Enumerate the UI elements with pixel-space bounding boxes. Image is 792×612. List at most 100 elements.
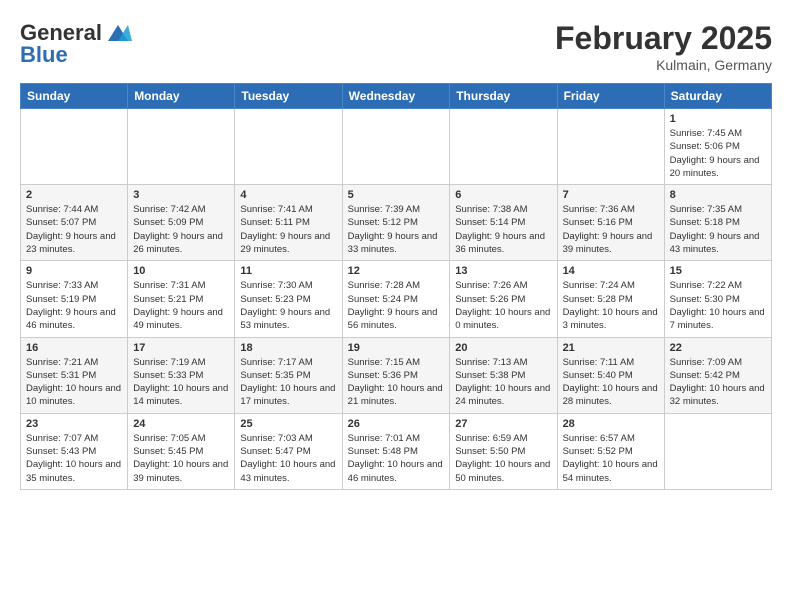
week-row-5: 23 Sunrise: 7:07 AM Sunset: 5:43 PM Dayli…: [21, 413, 772, 489]
day-number: 13: [455, 265, 551, 277]
day-number: 22: [670, 342, 766, 354]
week-row-2: 2 Sunrise: 7:44 AM Sunset: 5:07 PM Daylig…: [21, 185, 772, 261]
day-info: Sunrise: 7:03 AM Sunset: 5:47 PM Dayligh…: [240, 432, 336, 485]
day-cell: 16 Sunrise: 7:21 AM Sunset: 5:31 PM Dayli…: [21, 337, 128, 413]
day-cell: 9 Sunrise: 7:33 AM Sunset: 5:19 PM Daylig…: [21, 261, 128, 337]
day-cell: 19Sunrise: 7:15 AM Sunset: 5:36 PM Dayli…: [342, 337, 450, 413]
title-block: February 2025 Kulmain, Germany: [555, 20, 772, 73]
day-number: 6: [455, 189, 551, 201]
day-cell: 21Sunrise: 7:11 AM Sunset: 5:40 PM Dayli…: [557, 337, 664, 413]
day-info: Sunrise: 7:11 AM Sunset: 5:40 PM Dayligh…: [563, 356, 659, 409]
day-info: Sunrise: 7:05 AM Sunset: 5:45 PM Dayligh…: [133, 432, 229, 485]
day-cell: 26 Sunrise: 7:01 AM Sunset: 5:48 PM Dayli…: [342, 413, 450, 489]
weekday-tuesday: Tuesday: [235, 84, 342, 109]
day-cell: 6 Sunrise: 7:38 AM Sunset: 5:14 PM Daylig…: [450, 185, 557, 261]
day-number: 10: [133, 265, 229, 277]
week-row-1: 1Sunrise: 7:45 AM Sunset: 5:06 PM Daylig…: [21, 109, 772, 185]
day-info: Sunrise: 7:24 AM Sunset: 5:28 PM Dayligh…: [563, 279, 659, 332]
day-info: Sunrise: 7:41 AM Sunset: 5:11 PM Dayligh…: [240, 203, 336, 256]
day-cell: 7 Sunrise: 7:36 AM Sunset: 5:16 PM Daylig…: [557, 185, 664, 261]
day-info: Sunrise: 7:07 AM Sunset: 5:43 PM Dayligh…: [26, 432, 122, 485]
day-cell: [557, 109, 664, 185]
weekday-friday: Friday: [557, 84, 664, 109]
logo: General Blue: [20, 20, 132, 68]
day-number: 3: [133, 189, 229, 201]
day-number: 4: [240, 189, 336, 201]
day-cell: 27Sunrise: 6:59 AM Sunset: 5:50 PM Dayli…: [450, 413, 557, 489]
day-cell: 12 Sunrise: 7:28 AM Sunset: 5:24 PM Dayli…: [342, 261, 450, 337]
day-cell: 4 Sunrise: 7:41 AM Sunset: 5:11 PM Daylig…: [235, 185, 342, 261]
week-row-4: 16 Sunrise: 7:21 AM Sunset: 5:31 PM Dayli…: [21, 337, 772, 413]
location: Kulmain, Germany: [555, 57, 772, 73]
day-info: Sunrise: 7:17 AM Sunset: 5:35 PM Dayligh…: [240, 356, 336, 409]
day-info: Sunrise: 7:33 AM Sunset: 5:19 PM Dayligh…: [26, 279, 122, 332]
day-number: 12: [348, 265, 445, 277]
day-info: Sunrise: 7:38 AM Sunset: 5:14 PM Dayligh…: [455, 203, 551, 256]
day-number: 24: [133, 418, 229, 430]
weekday-header-row: SundayMondayTuesdayWednesdayThursdayFrid…: [21, 84, 772, 109]
day-cell: 11Sunrise: 7:30 AM Sunset: 5:23 PM Dayli…: [235, 261, 342, 337]
day-number: 2: [26, 189, 122, 201]
day-number: 16: [26, 342, 122, 354]
day-number: 18: [240, 342, 336, 354]
day-number: 28: [563, 418, 659, 430]
day-info: Sunrise: 7:21 AM Sunset: 5:31 PM Dayligh…: [26, 356, 122, 409]
day-info: Sunrise: 7:44 AM Sunset: 5:07 PM Dayligh…: [26, 203, 122, 256]
day-cell: 24 Sunrise: 7:05 AM Sunset: 5:45 PM Dayli…: [128, 413, 235, 489]
day-info: Sunrise: 7:15 AM Sunset: 5:36 PM Dayligh…: [348, 356, 445, 409]
day-info: Sunrise: 7:13 AM Sunset: 5:38 PM Dayligh…: [455, 356, 551, 409]
day-cell: [235, 109, 342, 185]
day-info: Sunrise: 7:39 AM Sunset: 5:12 PM Dayligh…: [348, 203, 445, 256]
day-cell: 1Sunrise: 7:45 AM Sunset: 5:06 PM Daylig…: [664, 109, 771, 185]
day-cell: 23 Sunrise: 7:07 AM Sunset: 5:43 PM Dayli…: [21, 413, 128, 489]
day-cell: 20Sunrise: 7:13 AM Sunset: 5:38 PM Dayli…: [450, 337, 557, 413]
day-info: Sunrise: 7:45 AM Sunset: 5:06 PM Dayligh…: [670, 127, 766, 180]
calendar-table: SundayMondayTuesdayWednesdayThursdayFrid…: [20, 83, 772, 490]
day-number: 14: [563, 265, 659, 277]
day-info: Sunrise: 6:59 AM Sunset: 5:50 PM Dayligh…: [455, 432, 551, 485]
day-number: 7: [563, 189, 659, 201]
month-title: February 2025: [555, 20, 772, 57]
day-info: Sunrise: 7:42 AM Sunset: 5:09 PM Dayligh…: [133, 203, 229, 256]
day-cell: 22 Sunrise: 7:09 AM Sunset: 5:42 PM Dayli…: [664, 337, 771, 413]
day-number: 25: [240, 418, 336, 430]
day-info: Sunrise: 7:22 AM Sunset: 5:30 PM Dayligh…: [670, 279, 766, 332]
day-cell: [450, 109, 557, 185]
day-cell: [664, 413, 771, 489]
day-cell: [342, 109, 450, 185]
weekday-wednesday: Wednesday: [342, 84, 450, 109]
day-cell: 15 Sunrise: 7:22 AM Sunset: 5:30 PM Dayli…: [664, 261, 771, 337]
day-cell: 18 Sunrise: 7:17 AM Sunset: 5:35 PM Dayli…: [235, 337, 342, 413]
day-cell: 25 Sunrise: 7:03 AM Sunset: 5:47 PM Dayli…: [235, 413, 342, 489]
day-number: 15: [670, 265, 766, 277]
day-info: Sunrise: 7:35 AM Sunset: 5:18 PM Dayligh…: [670, 203, 766, 256]
day-info: Sunrise: 7:28 AM Sunset: 5:24 PM Dayligh…: [348, 279, 445, 332]
day-cell: 17 Sunrise: 7:19 AM Sunset: 5:33 PM Dayli…: [128, 337, 235, 413]
weekday-thursday: Thursday: [450, 84, 557, 109]
weekday-monday: Monday: [128, 84, 235, 109]
day-info: Sunrise: 7:19 AM Sunset: 5:33 PM Dayligh…: [133, 356, 229, 409]
weekday-saturday: Saturday: [664, 84, 771, 109]
day-number: 23: [26, 418, 122, 430]
weekday-sunday: Sunday: [21, 84, 128, 109]
day-number: 9: [26, 265, 122, 277]
day-info: Sunrise: 7:09 AM Sunset: 5:42 PM Dayligh…: [670, 356, 766, 409]
logo-icon: [104, 23, 132, 43]
calendar-body: 1Sunrise: 7:45 AM Sunset: 5:06 PM Daylig…: [21, 109, 772, 490]
logo-blue: Blue: [20, 42, 68, 68]
day-info: Sunrise: 7:01 AM Sunset: 5:48 PM Dayligh…: [348, 432, 445, 485]
day-number: 5: [348, 189, 445, 201]
day-info: Sunrise: 7:26 AM Sunset: 5:26 PM Dayligh…: [455, 279, 551, 332]
day-info: Sunrise: 7:30 AM Sunset: 5:23 PM Dayligh…: [240, 279, 336, 332]
day-info: Sunrise: 6:57 AM Sunset: 5:52 PM Dayligh…: [563, 432, 659, 485]
day-cell: 3 Sunrise: 7:42 AM Sunset: 5:09 PM Daylig…: [128, 185, 235, 261]
day-info: Sunrise: 7:31 AM Sunset: 5:21 PM Dayligh…: [133, 279, 229, 332]
day-cell: [128, 109, 235, 185]
day-info: Sunrise: 7:36 AM Sunset: 5:16 PM Dayligh…: [563, 203, 659, 256]
day-number: 26: [348, 418, 445, 430]
week-row-3: 9 Sunrise: 7:33 AM Sunset: 5:19 PM Daylig…: [21, 261, 772, 337]
day-cell: 13 Sunrise: 7:26 AM Sunset: 5:26 PM Dayli…: [450, 261, 557, 337]
day-number: 8: [670, 189, 766, 201]
day-cell: 28 Sunrise: 6:57 AM Sunset: 5:52 PM Dayli…: [557, 413, 664, 489]
day-number: 17: [133, 342, 229, 354]
